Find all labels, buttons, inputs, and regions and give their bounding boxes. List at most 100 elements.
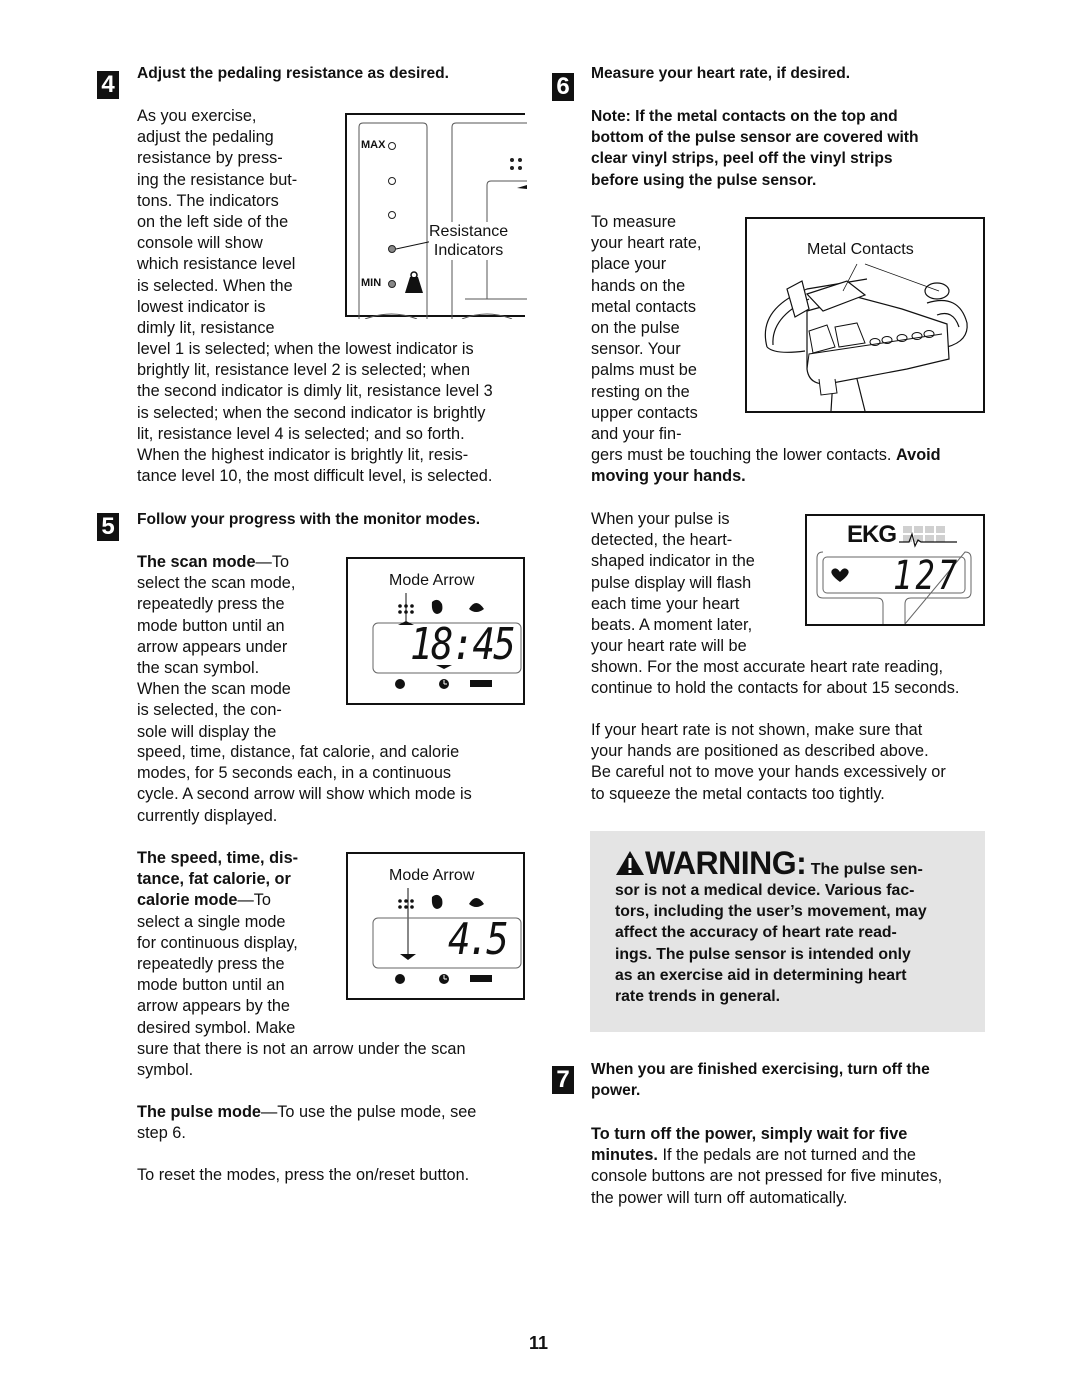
- text-line: dimly lit, resistance: [137, 319, 275, 338]
- measure-full: gers must be touching the lower contacts…: [591, 445, 941, 487]
- metal-contacts-figure: Metal Contacts: [745, 217, 985, 413]
- heart-icon: [831, 568, 849, 582]
- text-line: the power will turn off automatically.: [591, 1188, 848, 1207]
- text-line: When the highest indicator is brightly l…: [137, 446, 469, 465]
- step-4-heading: Adjust the pedaling resistance as desire…: [137, 65, 449, 82]
- text-line: currently displayed.: [137, 806, 278, 825]
- text-line: bottom of the pulse sensor are covered w…: [591, 129, 919, 147]
- text-line: repeatedly press the: [137, 595, 285, 614]
- text-line: as an exercise aid in determining heart: [615, 966, 907, 984]
- single-mode-wrapped: The speed, time, dis- tance, fat calorie…: [137, 848, 298, 1039]
- text-line: tance level 10, the most difficult level…: [137, 467, 493, 486]
- step-number-5: 5: [97, 513, 119, 541]
- text-line: desired symbol. Make: [137, 1018, 296, 1037]
- text-line: ing the resistance but-: [137, 170, 298, 189]
- mode-arrow-label: Mode Arrow: [389, 867, 475, 884]
- step-5-heading: Follow your progress with the monitor mo…: [137, 511, 481, 528]
- text-line: To turn off the power, simply wait for f…: [591, 1125, 908, 1143]
- pulse-mode-title: The pulse mode: [137, 1103, 261, 1121]
- resistance-indicators-figure: MAX MIN Resistance Indicators: [345, 113, 527, 319]
- reset-text: To reset the modes, press the on/reset b…: [137, 1166, 470, 1184]
- scan-mode-title: The scan mode: [137, 553, 256, 571]
- text-line: minutes.: [591, 1146, 658, 1165]
- text-line: detected, the heart-: [591, 531, 733, 550]
- text-line: —To use the pulse mode, see: [260, 1103, 477, 1121]
- warning-body: sor is not a medical device. Various fac…: [615, 880, 927, 1007]
- text-line: to squeeze the metal contacts too tightl…: [591, 784, 885, 803]
- text-line: power.: [591, 1082, 641, 1100]
- single-mode-title-line: calorie mode: [137, 891, 238, 910]
- text-line: on the left side of the: [137, 213, 289, 232]
- warning-triangle-icon: [616, 851, 644, 875]
- text-line: brightly lit, resistance level 2 is sele…: [137, 361, 471, 380]
- text-line: your heart rate will be: [591, 637, 747, 656]
- pulse-detected-full: shown. For the most accurate heart rate …: [591, 657, 959, 699]
- text-line: console will show: [137, 234, 263, 253]
- text-line: ings. The pulse sensor is intended only: [615, 945, 911, 963]
- text-line: cycle. A second arrow will show which mo…: [137, 785, 472, 804]
- text-line: affect the accuracy of heart rate read-: [615, 924, 897, 942]
- warning-first-line: WARNING: The pulse sen-: [615, 845, 923, 882]
- page-number: 11: [529, 1333, 549, 1353]
- text-line: modes, for 5 seconds each, in a continuo…: [137, 764, 452, 783]
- text-line: speed, time, distance, fat calorie, and …: [137, 743, 460, 761]
- text-line: which resistance level: [137, 255, 296, 274]
- single-mode-title-line: The speed, time, dis-: [137, 849, 299, 867]
- text-line: repeatedly press the: [137, 955, 285, 974]
- text-line: tors, including the user’s movement, may: [615, 903, 927, 921]
- text-line: arrow appears under: [137, 637, 288, 656]
- heart-rate-readout: 127: [893, 553, 961, 599]
- text-line: and your fin-: [591, 425, 682, 444]
- text-line: If your heart rate is not shown, make su…: [591, 721, 923, 739]
- heart-rate-not-shown-text: If your heart rate is not shown, make su…: [591, 720, 946, 805]
- text-line: select the scan mode,: [137, 574, 296, 593]
- text-line: symbol.: [137, 1061, 194, 1080]
- step-4-body-full: level 1 is selected; when the lowest ind…: [137, 339, 493, 487]
- vinyl-strip-note: Note: If the metal contacts on the top a…: [591, 106, 919, 191]
- scan-mode-wrapped: The scan mode—To select the scan mode, r…: [137, 552, 295, 743]
- text-line: lit, resistance level 4 is selected; and…: [137, 424, 465, 443]
- text-line: mode button until an: [137, 616, 285, 635]
- warning-title: WARNING:: [645, 845, 807, 881]
- text-line: sure that there is not an arrow under th…: [137, 1040, 466, 1058]
- power-off-text: To turn off the power, simply wait for f…: [591, 1124, 942, 1209]
- text-line: sor is not a medical device. Various fac…: [615, 882, 915, 899]
- text-line: on the pulse: [591, 319, 680, 338]
- text-line: level 1 is selected; when the lowest ind…: [137, 340, 474, 358]
- text-line: the second indicator is dimly lit, resis…: [137, 382, 493, 401]
- text-line: is selected, the con-: [137, 701, 282, 720]
- text-line: your hands are positioned as described a…: [591, 742, 929, 761]
- resistance-indicators-callout: Resistance Indicators: [429, 222, 509, 260]
- min-label: MIN: [361, 277, 382, 289]
- ekg-label: EKG: [847, 521, 897, 548]
- text-line: continue to hold the contacts for about …: [591, 679, 960, 698]
- pulse-mode-text: The pulse mode—To use the pulse mode, se…: [137, 1102, 476, 1144]
- step-number-4: 4: [97, 71, 119, 99]
- text-line: When your pulse is: [591, 510, 730, 528]
- text-line: clear vinyl strips, peel off the vinyl s…: [591, 150, 893, 168]
- step-6-heading: Measure your heart rate, if desired.: [591, 65, 851, 82]
- text-line: The pulse sen-: [806, 861, 923, 878]
- text-line: shaped indicator in the: [591, 552, 755, 571]
- text-line: When you are finished exercising, turn o…: [591, 1061, 930, 1078]
- step-7-heading: When you are finished exercising, turn o…: [591, 1059, 930, 1101]
- text-line: tons. The indicators: [137, 191, 279, 210]
- mode-arrow-label: Mode Arrow: [389, 572, 475, 589]
- text-line: select a single mode: [137, 912, 286, 931]
- text-line: To measure: [591, 213, 677, 231]
- text-line: before using the pulse sensor.: [591, 171, 817, 189]
- text-line: sensor. Your: [591, 340, 681, 359]
- text-line: adjust the pedaling: [137, 128, 274, 147]
- text-line: arrow appears by the: [137, 997, 290, 1016]
- text-line: upper contacts: [591, 403, 698, 422]
- text-line: —To: [237, 891, 271, 910]
- text-line: palms must be: [591, 361, 697, 380]
- text-line: moving your hands.: [591, 467, 746, 486]
- callout-line: Indicators: [433, 242, 504, 259]
- text-line: If the pedals are not turned and the: [657, 1146, 916, 1165]
- step-number-7: 7: [552, 1066, 574, 1094]
- text-line: is selected. When the: [137, 276, 293, 295]
- text-line: for continuous display,: [137, 933, 298, 952]
- lcd-time-readout: 18:45: [410, 619, 516, 670]
- text-line: is selected; when the second indicator i…: [137, 403, 486, 422]
